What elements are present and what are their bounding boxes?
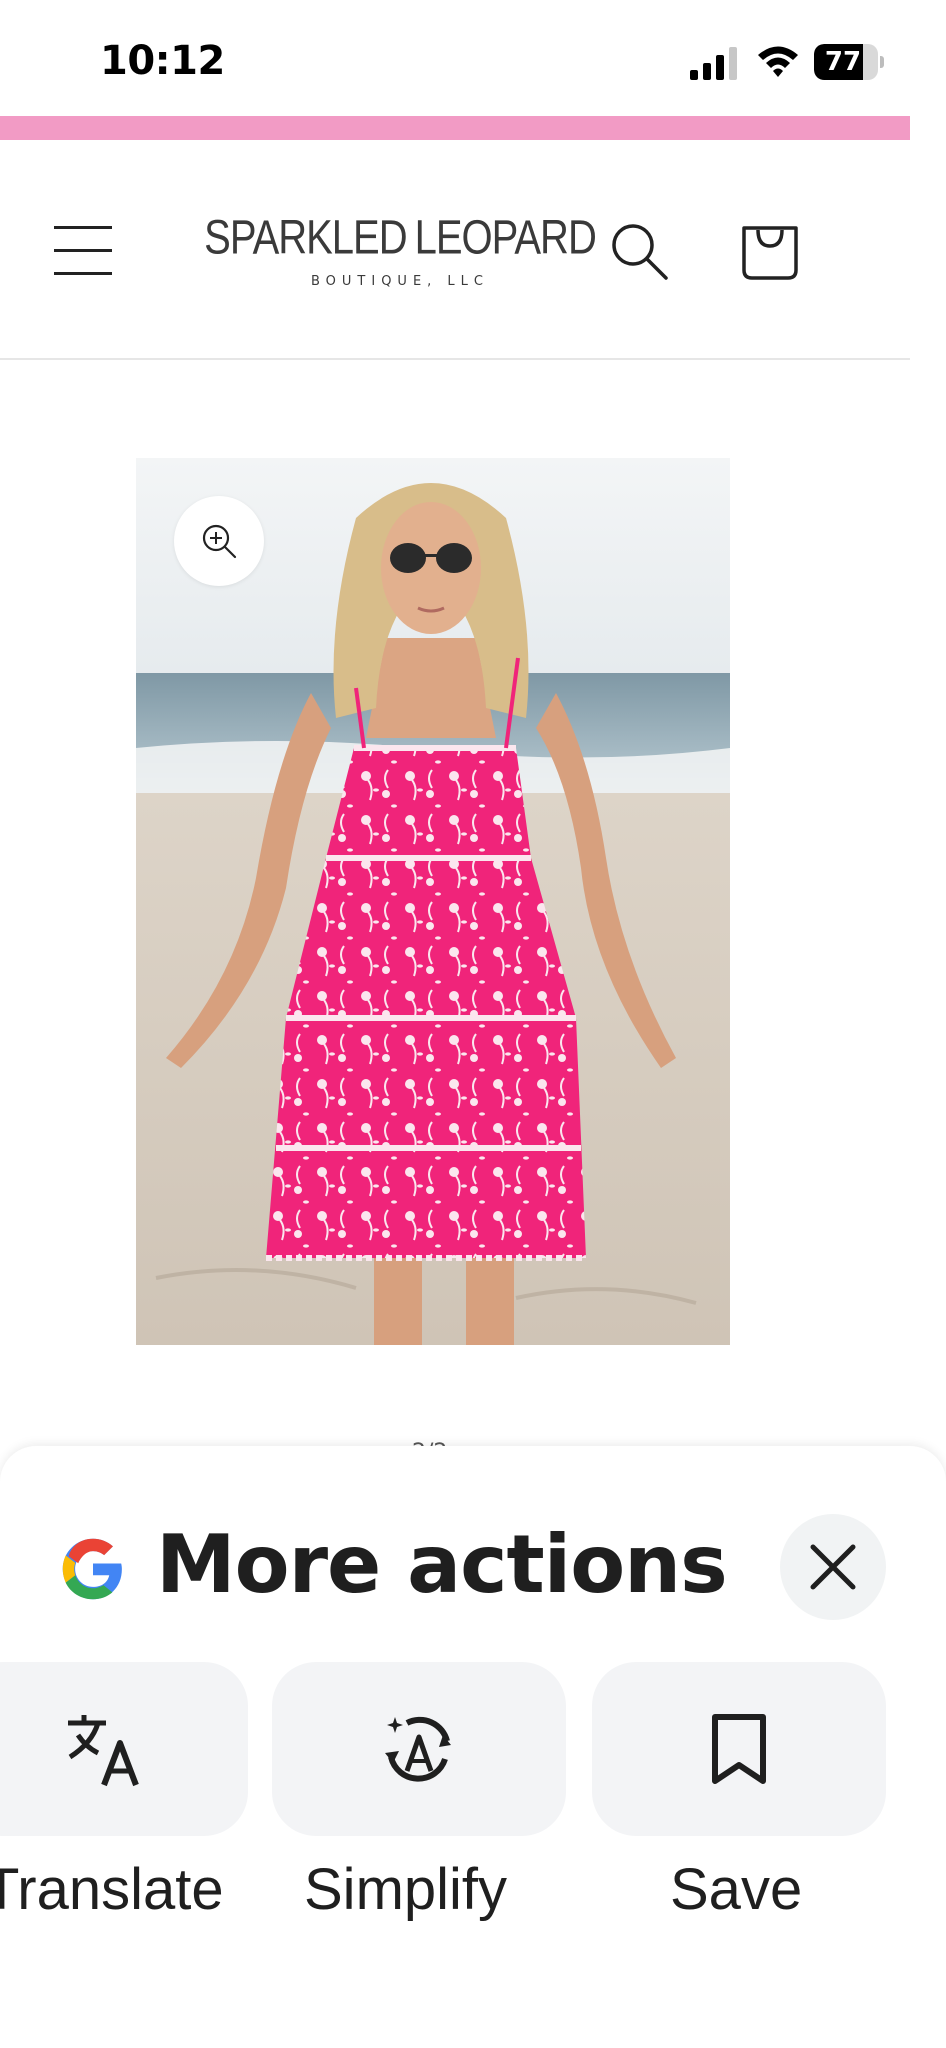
translate-label[interactable]: Translate (0, 1856, 224, 1923)
simplify-icon (385, 1716, 451, 1782)
save-label[interactable]: Save (670, 1856, 802, 1923)
sheet-title: More actions (156, 1518, 728, 1611)
shopping-bag-icon[interactable] (738, 218, 802, 282)
logo-word-right: LEOPARD (414, 211, 597, 264)
status-time: 10:12 (100, 38, 225, 84)
product-photo (136, 458, 730, 1345)
bookmark-icon (712, 1714, 766, 1784)
wifi-icon (758, 46, 798, 77)
zoom-in-icon (202, 524, 237, 559)
battery-level: 77 (824, 47, 862, 77)
search-icon[interactable] (608, 220, 670, 282)
save-button[interactable] (592, 1662, 886, 1836)
simplify-button[interactable] (272, 1662, 566, 1836)
google-g-icon (62, 1538, 122, 1600)
translate-icon (68, 1715, 139, 1787)
hamburger-menu-icon[interactable] (54, 222, 112, 278)
store-logo[interactable]: SPARKLED LEOPARD BOUTIQUE, LLC (204, 206, 597, 296)
product-image[interactable] (136, 458, 730, 1345)
signal-icon (690, 47, 737, 80)
logo-subtitle: BOUTIQUE, LLC (310, 274, 489, 289)
battery-icon: 77 (814, 44, 884, 80)
close-button[interactable] (780, 1514, 886, 1620)
announcement-bar[interactable] (0, 116, 910, 140)
zoom-button[interactable] (174, 496, 264, 586)
close-icon (810, 1544, 856, 1590)
logo-word-left: SPARKLED (204, 211, 407, 264)
site-header: SPARKLED LEOPARD BOUTIQUE, LLC (0, 140, 910, 360)
translate-button[interactable] (0, 1662, 248, 1836)
status-bar: 10:12 77 (0, 0, 946, 120)
simplify-label[interactable]: Simplify (304, 1856, 507, 1923)
